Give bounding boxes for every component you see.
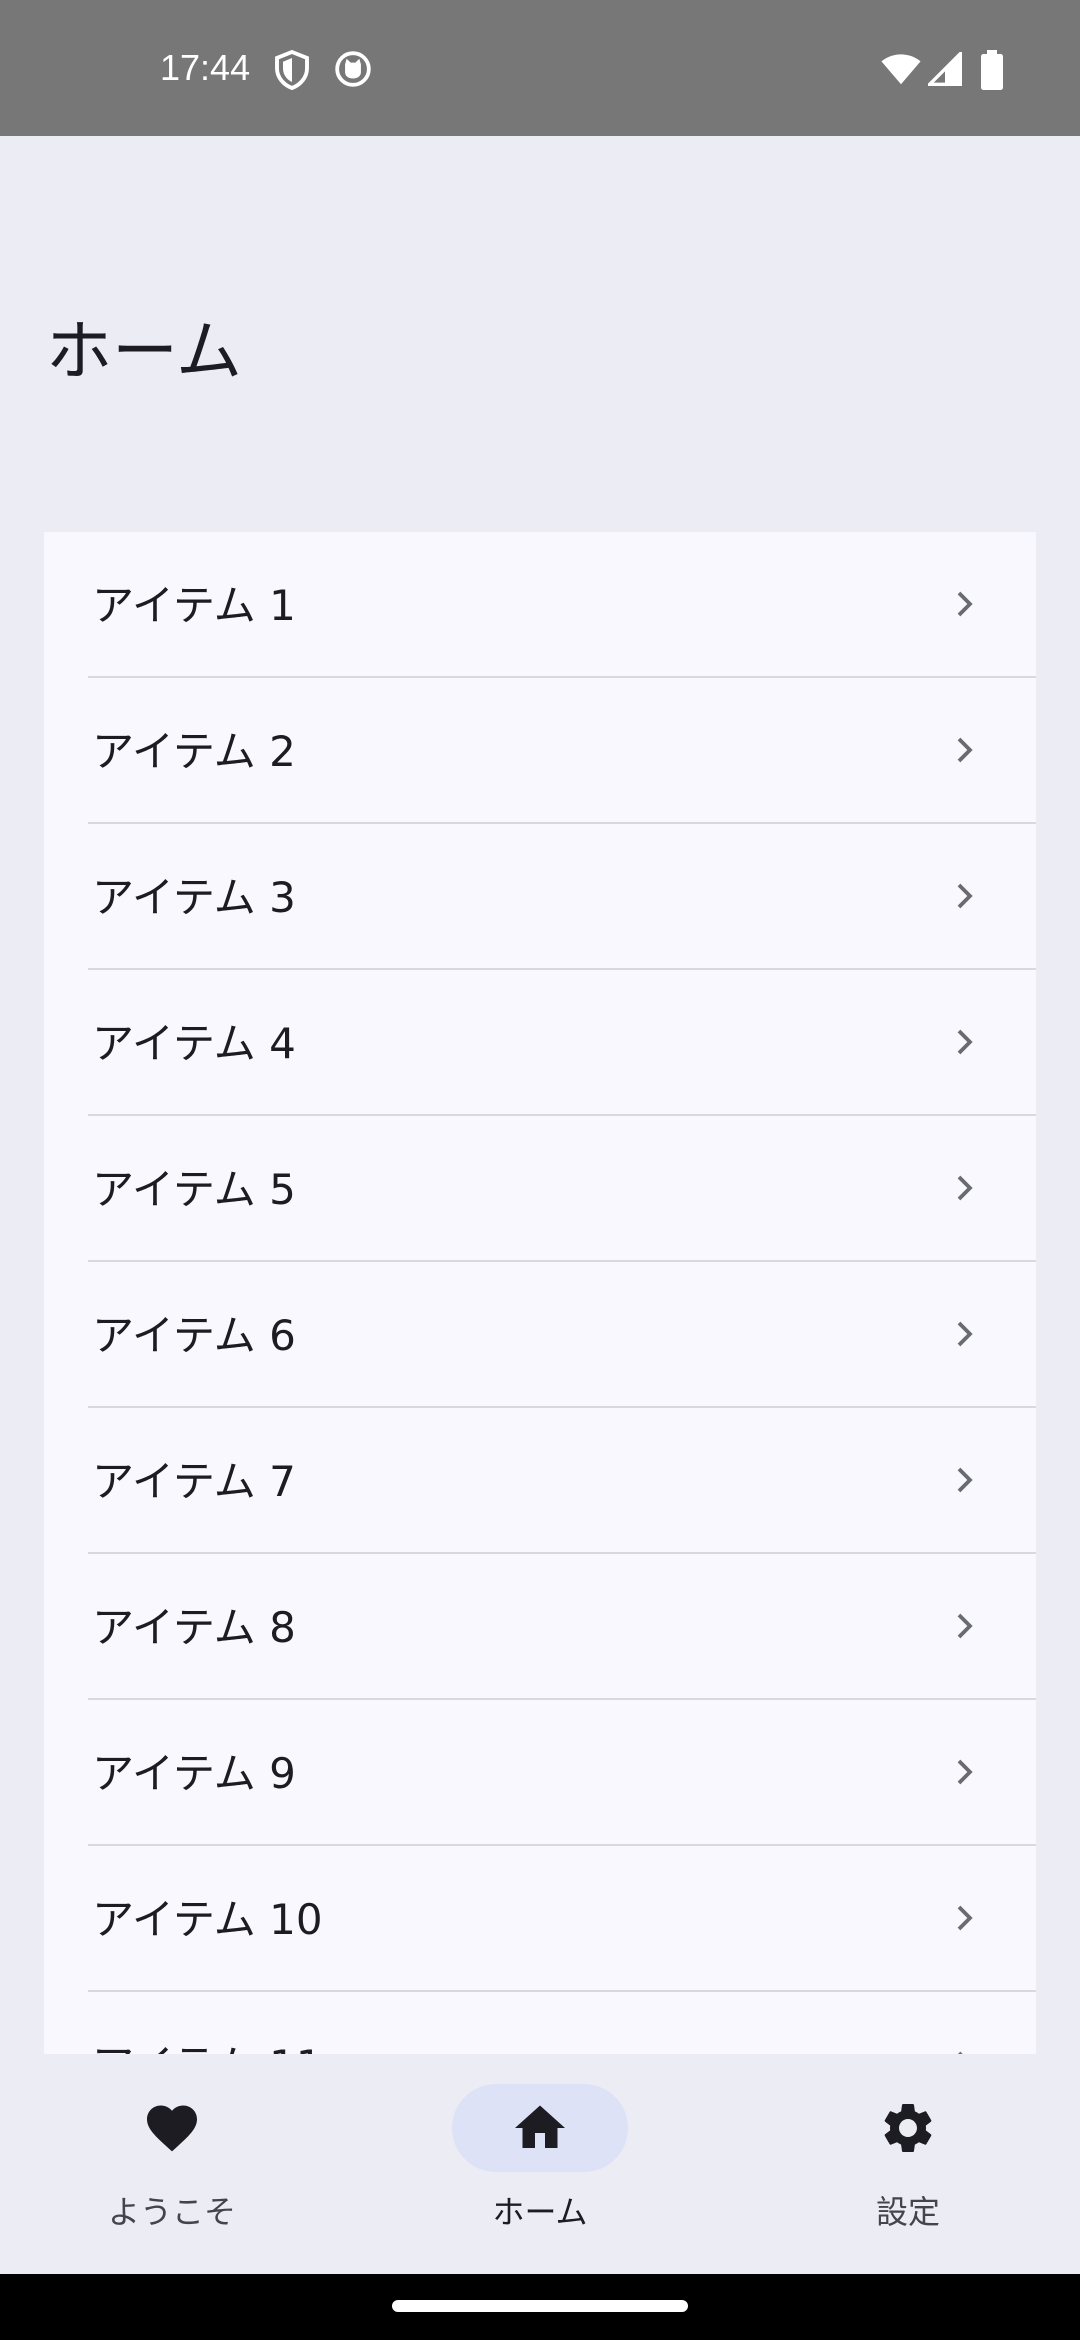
list-item[interactable]: アイテム 10 xyxy=(44,1846,1036,1992)
cellular-signal-icon xyxy=(928,52,962,86)
gesture-nav-area xyxy=(0,2274,1080,2340)
chevron-right-icon xyxy=(957,1759,973,1785)
item-list[interactable]: アイテム 1 アイテム 2 アイテム 3 アイテム 4 アイテム 5 アイテム … xyxy=(44,532,1036,2054)
status-time: 17:44 xyxy=(160,47,251,88)
chevron-right-icon xyxy=(957,737,973,763)
bottom-navigation: ようこそ ホーム 設定 xyxy=(0,2054,1080,2274)
list-item-label: アイテム 4 xyxy=(92,1019,296,1068)
list-item-label: アイテム 3 xyxy=(92,873,296,922)
nav-label: ホーム xyxy=(492,2193,588,2231)
chevron-right-icon xyxy=(957,883,973,909)
list-item[interactable]: アイテム 9 xyxy=(44,1700,1036,1846)
home-icon xyxy=(515,2105,565,2148)
list-item[interactable]: アイテム 8 xyxy=(44,1554,1036,1700)
list-item[interactable]: アイテム 1 xyxy=(44,532,1036,678)
nav-label: 設定 xyxy=(875,2193,940,2231)
nav-label: ようこそ xyxy=(107,2193,236,2231)
list-item[interactable]: アイテム 5 xyxy=(44,1116,1036,1262)
nav-item-welcome[interactable]: ようこそ xyxy=(22,2054,322,2274)
chevron-right-icon xyxy=(957,1321,973,1347)
chevron-right-icon xyxy=(957,591,973,617)
list-item-label: アイテム 11 xyxy=(92,2038,323,2054)
battery-icon xyxy=(981,50,1003,90)
list-item-label: アイテム 9 xyxy=(92,1749,296,1798)
page-title: ホーム xyxy=(46,313,243,390)
shield-icon xyxy=(275,50,309,90)
chevron-right-icon xyxy=(957,1029,973,1055)
status-bar: 17:44 xyxy=(0,0,1080,136)
list-item-label: アイテム 2 xyxy=(92,727,296,776)
list-item-label: アイテム 8 xyxy=(92,1603,296,1652)
list-item[interactable]: アイテム 4 xyxy=(44,970,1036,1116)
chevron-right-icon xyxy=(957,1175,973,1201)
cat-face-icon xyxy=(335,51,371,87)
nav-item-home[interactable]: ホーム xyxy=(390,2054,690,2274)
chevron-right-icon xyxy=(957,1613,973,1639)
nav-item-settings[interactable]: 設定 xyxy=(758,2054,1058,2274)
list-item[interactable]: アイテム 7 xyxy=(44,1408,1036,1554)
list-item[interactable]: アイテム 3 xyxy=(44,824,1036,970)
chevron-right-icon xyxy=(958,2051,963,2054)
list-item-label: アイテム 6 xyxy=(92,1311,296,1360)
list-item[interactable]: アイテム 6 xyxy=(44,1262,1036,1408)
chevron-right-icon xyxy=(957,1467,973,1493)
list-item[interactable]: アイテム 11 xyxy=(44,1992,1036,2054)
list-item[interactable]: アイテム 2 xyxy=(44,678,1036,824)
list-item-label: アイテム 7 xyxy=(92,1457,296,1506)
wifi-icon xyxy=(881,54,921,85)
gear-icon xyxy=(884,2104,932,2152)
chevron-right-icon xyxy=(957,1905,973,1931)
heart-icon xyxy=(147,2105,197,2152)
list-item-label: アイテム 5 xyxy=(92,1165,296,1214)
gesture-handle[interactable] xyxy=(392,2300,688,2312)
list-item-label: アイテム 10 xyxy=(92,1895,323,1944)
list-item-label: アイテム 1 xyxy=(92,581,296,630)
